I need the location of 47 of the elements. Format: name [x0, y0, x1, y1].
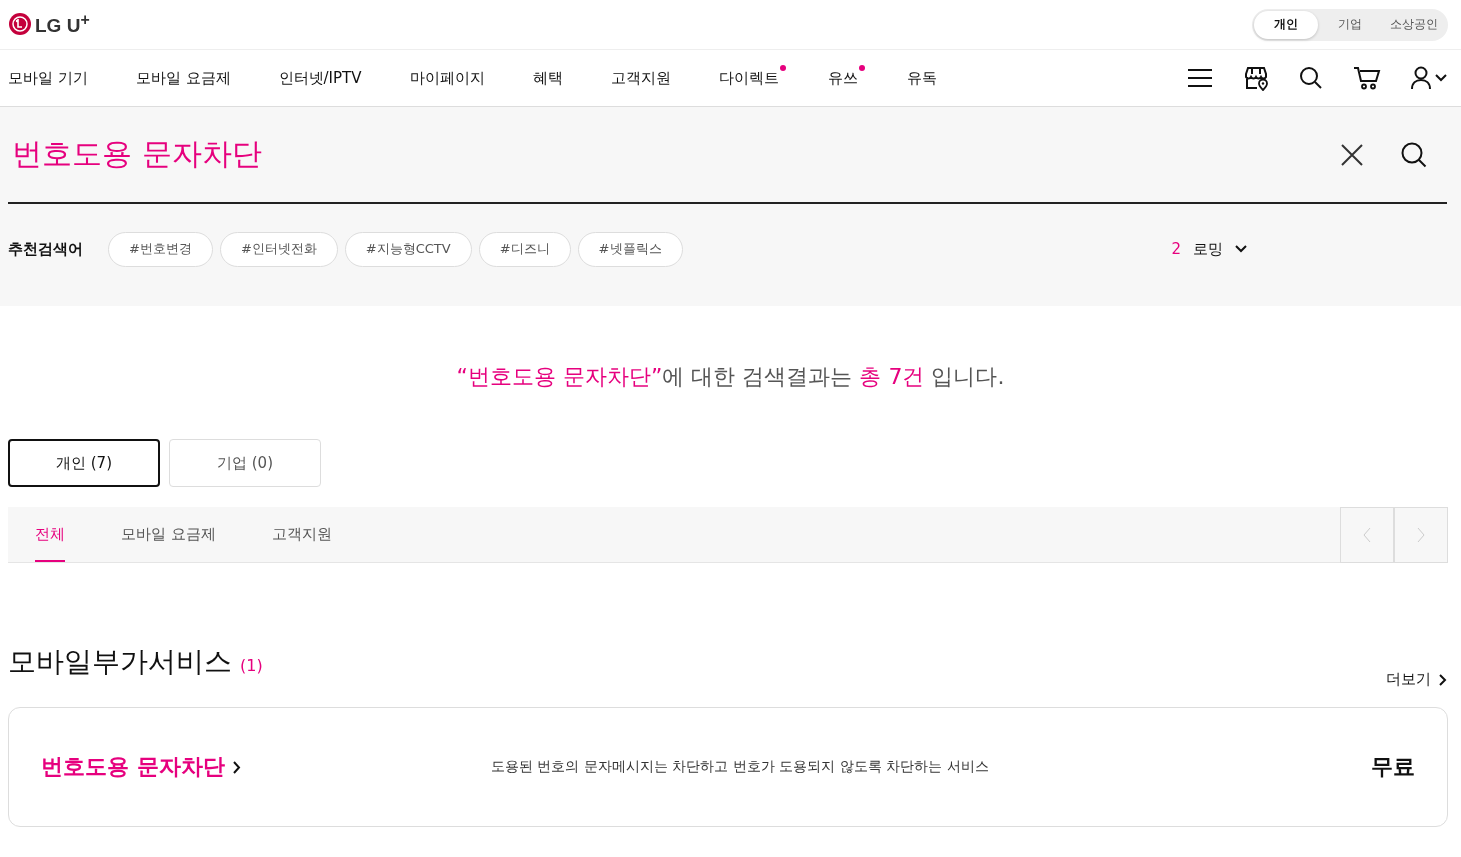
category-tab[interactable]: 전체 [35, 507, 65, 562]
section-title: 모바일부가서비스 [8, 644, 232, 680]
audience-segment[interactable]: 개인 [1254, 10, 1318, 39]
logo-icon [8, 12, 32, 37]
nav-link[interactable]: 유독 [906, 68, 937, 88]
audience-tab[interactable]: 개인 (7) [8, 439, 160, 487]
chevron-right-icon [1417, 527, 1425, 543]
category-tab[interactable]: 고객지원 [271, 507, 332, 562]
nav-link[interactable]: 모바일 기기 [8, 68, 88, 88]
search-icon[interactable] [1401, 141, 1427, 168]
audience-segment[interactable]: 소상공인 [1382, 10, 1446, 39]
nav-link[interactable]: 유쓰 [827, 68, 858, 88]
chevron-right-icon [1439, 673, 1447, 686]
recommended-label: 추천검색어 [8, 239, 84, 259]
audience-segment[interactable]: 기업 [1318, 10, 1382, 39]
search-icon[interactable] [1299, 66, 1323, 90]
service-link[interactable]: 번호도용 문자차단 [41, 752, 491, 782]
service-description: 도용된 번호의 문자메시지는 차단하고 번호가 도용되지 않도록 차단하는 서비스 [491, 758, 990, 776]
keyword-chip[interactable]: #번호변경 [108, 231, 213, 267]
menu-icon[interactable] [1187, 68, 1213, 88]
close-icon[interactable] [1341, 143, 1363, 166]
more-link[interactable]: 더보기 [1386, 670, 1447, 689]
nav-link[interactable]: 혜택 [532, 68, 563, 88]
nav-link[interactable]: 인터넷/IPTV [278, 68, 362, 88]
search-field[interactable]: 번호도용 문자차단 [10, 136, 1303, 173]
nav-link[interactable]: 고객지원 [610, 68, 671, 88]
result-summary: “번호도용 문자차단”에 대한 검색결과는 총 7건 입니다. [455, 363, 1006, 391]
rank-number: 2 [1171, 240, 1181, 258]
nav-link[interactable]: 다이렉트 [718, 68, 779, 88]
service-price: 무료 [1371, 753, 1415, 781]
nav-link[interactable]: 마이페이지 [409, 68, 485, 88]
user-icon[interactable] [1411, 66, 1447, 90]
section-count: (1) [240, 656, 263, 675]
store-icon[interactable] [1243, 65, 1269, 91]
category-tab[interactable]: 모바일 요금제 [121, 507, 216, 562]
keyword-chip[interactable]: #지능형CCTV [344, 231, 472, 267]
chevron-left-icon [1363, 527, 1371, 543]
keyword-chip[interactable]: #디즈니 [478, 231, 571, 267]
keyword-chip[interactable]: #인터넷전화 [219, 231, 338, 267]
logo-text[interactable]: LG U$^{+}$ [35, 11, 90, 38]
audience-tab[interactable]: 기업 (0) [169, 439, 321, 487]
chevron-down-icon[interactable] [1235, 245, 1247, 253]
ranking-keyword[interactable]: 로밍 [1193, 239, 1223, 259]
chevron-right-icon [232, 760, 241, 774]
cart-icon[interactable] [1353, 66, 1381, 90]
nav-link[interactable]: 모바일 요금제 [135, 68, 231, 88]
keyword-chip[interactable]: #넷플릭스 [577, 231, 683, 267]
